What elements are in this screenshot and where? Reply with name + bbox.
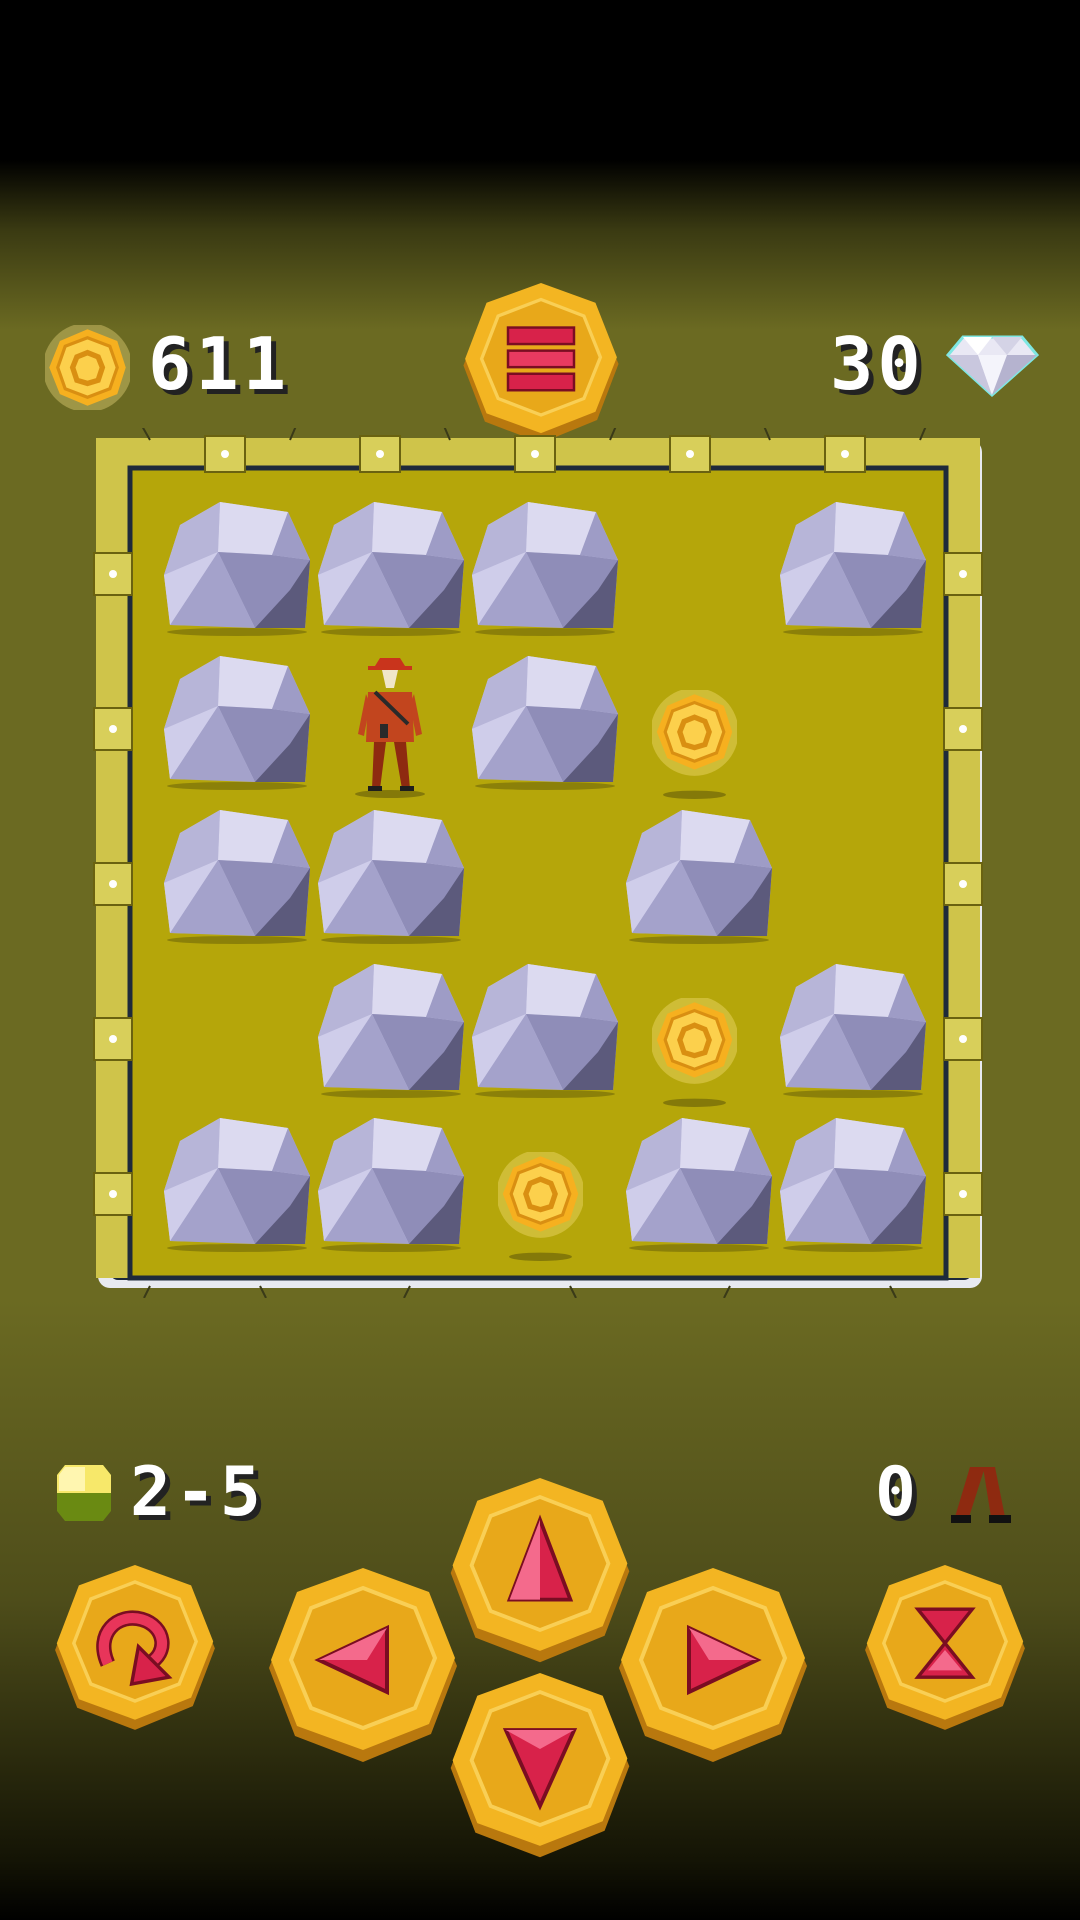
- coin-pickup: [498, 1152, 583, 1262]
- rock: [314, 1116, 468, 1270]
- menu-button[interactable]: [455, 281, 627, 448]
- move-left-button[interactable]: [263, 1568, 463, 1768]
- coin-count: 611: [148, 322, 291, 406]
- rock: [622, 1116, 776, 1270]
- level-gem-icon: [55, 1463, 113, 1523]
- rock: [776, 1116, 930, 1270]
- diamond-icon: [945, 333, 1040, 398]
- move-right-button[interactable]: [613, 1568, 813, 1768]
- rock: [314, 808, 468, 962]
- rock: [468, 500, 622, 654]
- game-board: [90, 428, 990, 1298]
- rock: [160, 500, 314, 654]
- step-count: 0: [875, 1453, 920, 1532]
- player-explorer: [330, 654, 450, 799]
- rock: [160, 808, 314, 962]
- menu-icon: [506, 326, 576, 392]
- wait-button[interactable]: [860, 1565, 1030, 1735]
- level-indicator: 2-5: [130, 1453, 265, 1532]
- rock: [314, 500, 468, 654]
- rock: [776, 962, 930, 1116]
- rock: [160, 654, 314, 808]
- rock: [622, 808, 776, 962]
- rock: [776, 500, 930, 654]
- rock: [468, 654, 622, 808]
- move-up-button[interactable]: [440, 1478, 640, 1668]
- rock: [314, 962, 468, 1116]
- move-down-button[interactable]: [440, 1673, 640, 1863]
- coin-pickup: [652, 690, 737, 800]
- gem-count: 30: [830, 322, 925, 406]
- rock: [160, 1116, 314, 1270]
- rock: [468, 962, 622, 1116]
- coin-icon: [45, 325, 130, 410]
- footsteps-icon: [945, 1465, 1015, 1525]
- coin-pickup: [652, 998, 737, 1108]
- undo-button[interactable]: [50, 1565, 220, 1735]
